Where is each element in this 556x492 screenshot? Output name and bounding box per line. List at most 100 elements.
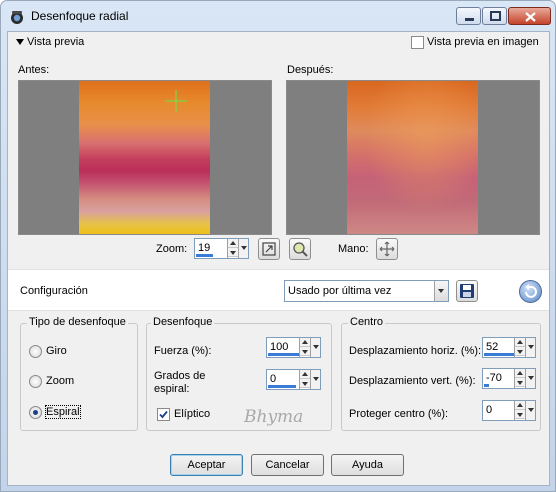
image-preview-label: Vista previa en imagen bbox=[427, 36, 539, 48]
blur-type-group: Tipo de desenfoque Giro Zoom Espiral bbox=[20, 316, 138, 431]
spiral-degrees-label-1: Grados de bbox=[154, 370, 206, 382]
floppy-disk-icon bbox=[460, 284, 474, 298]
image-preview-checkbox[interactable] bbox=[411, 36, 424, 49]
magnifier-icon bbox=[293, 242, 308, 257]
title-bar[interactable]: Desenfoque radial bbox=[1, 1, 555, 31]
elliptic-label: Elíptico bbox=[174, 408, 211, 420]
save-preset-button[interactable] bbox=[456, 280, 478, 302]
horiz-arrows[interactable] bbox=[514, 338, 525, 357]
ok-button[interactable]: Aceptar bbox=[170, 454, 243, 476]
center-group: Centro Desplazamiento horiz. (%): 52 Des… bbox=[341, 316, 541, 431]
app-icon bbox=[11, 11, 23, 24]
dialog-body: Vista previa Vista previa en imagen Ante… bbox=[7, 31, 550, 486]
spin-down-icon[interactable] bbox=[515, 378, 525, 387]
strength-spinner[interactable]: 100 bbox=[266, 337, 321, 358]
spin-down-icon[interactable] bbox=[515, 410, 525, 419]
zoom-value: 19 bbox=[198, 242, 211, 254]
spiral-degrees-menu[interactable] bbox=[310, 370, 320, 389]
horiz-label: Desplazamiento horiz. (%): bbox=[349, 345, 482, 357]
horiz-spinner[interactable]: 52 bbox=[482, 337, 536, 358]
watermark: Bhyma bbox=[244, 407, 304, 427]
dialog-window: Desenfoque radial Vista previa Vista pre… bbox=[0, 0, 556, 492]
blur-type-title: Tipo de desenfoque bbox=[27, 316, 128, 328]
spiral-degrees-arrows[interactable] bbox=[299, 370, 310, 389]
blur-title: Desenfoque bbox=[151, 316, 215, 328]
before-preview[interactable] bbox=[18, 80, 272, 235]
spiral-degrees-value: 0 bbox=[270, 373, 277, 385]
strength-arrows[interactable] bbox=[299, 338, 310, 357]
spin-up-icon[interactable] bbox=[515, 338, 525, 347]
spin-up-icon[interactable] bbox=[300, 338, 310, 347]
spin-up-icon[interactable] bbox=[228, 239, 238, 248]
protect-label: Proteger centro (%): bbox=[349, 408, 449, 420]
radio-espiral[interactable] bbox=[29, 406, 42, 419]
strength-bar bbox=[268, 353, 299, 356]
vert-bar bbox=[484, 384, 489, 387]
radio-espiral-label: Espiral bbox=[45, 405, 81, 419]
zoom-label: Zoom: bbox=[156, 243, 188, 255]
maximize-button[interactable] bbox=[482, 7, 507, 25]
spiral-degrees-bar bbox=[268, 385, 296, 388]
zoom-spinner[interactable]: 19 bbox=[194, 238, 249, 259]
chevron-down-icon[interactable] bbox=[434, 281, 448, 301]
resize-icon bbox=[262, 242, 276, 256]
spiral-degrees-spinner[interactable]: 0 bbox=[266, 369, 321, 390]
horiz-value: 52 bbox=[486, 341, 499, 353]
zoom-arrows[interactable] bbox=[227, 239, 238, 258]
spin-down-icon[interactable] bbox=[515, 347, 525, 356]
undo-arrow-icon bbox=[525, 284, 537, 298]
reset-button[interactable] bbox=[519, 280, 542, 303]
pan-label: Mano: bbox=[338, 243, 369, 255]
vert-menu[interactable] bbox=[525, 369, 535, 388]
maximize-icon bbox=[490, 11, 501, 21]
cancel-button[interactable]: Cancelar bbox=[251, 454, 324, 476]
vert-label: Desplazamiento vert. (%): bbox=[349, 375, 476, 387]
before-image bbox=[79, 81, 210, 234]
after-image bbox=[347, 81, 478, 234]
strength-label: Fuerza (%): bbox=[154, 345, 212, 357]
before-label: Antes: bbox=[18, 64, 50, 76]
config-band: Configuración Usado por última vez bbox=[8, 269, 549, 311]
minimize-button[interactable] bbox=[456, 7, 481, 25]
help-button[interactable]: Ayuda bbox=[331, 454, 404, 476]
spiral-degrees-label-2: espiral: bbox=[154, 383, 190, 395]
zoom-bar bbox=[196, 254, 213, 257]
vert-value: -70 bbox=[486, 372, 502, 384]
vert-spinner[interactable]: -70 bbox=[482, 368, 536, 389]
strength-menu[interactable] bbox=[310, 338, 320, 357]
pan-button[interactable] bbox=[376, 238, 398, 260]
spin-up-icon[interactable] bbox=[515, 369, 525, 378]
radio-zoom-label: Zoom bbox=[46, 375, 75, 387]
strength-value: 100 bbox=[270, 341, 289, 353]
radio-zoom[interactable] bbox=[29, 375, 42, 388]
close-button[interactable] bbox=[508, 7, 551, 25]
preview-toggle-label: Vista previa bbox=[27, 36, 85, 48]
window-title: Desenfoque radial bbox=[31, 9, 129, 23]
vert-arrows[interactable] bbox=[514, 369, 525, 388]
triangle-down-icon bbox=[16, 39, 24, 45]
zoom-100-button[interactable] bbox=[289, 238, 311, 260]
config-label: Configuración bbox=[20, 285, 88, 297]
protect-spinner[interactable]: 0 bbox=[482, 400, 536, 421]
spin-up-icon[interactable] bbox=[515, 401, 525, 410]
after-label: Después: bbox=[287, 64, 334, 76]
spin-down-icon[interactable] bbox=[228, 248, 238, 257]
close-icon bbox=[525, 12, 536, 22]
radio-giro[interactable] bbox=[29, 345, 42, 358]
fit-zoom-button[interactable] bbox=[258, 238, 280, 260]
checkmark-icon bbox=[159, 410, 168, 419]
move-icon bbox=[379, 241, 395, 257]
minimize-icon bbox=[465, 18, 474, 21]
spin-down-icon[interactable] bbox=[300, 379, 310, 388]
horiz-menu[interactable] bbox=[525, 338, 535, 357]
spin-down-icon[interactable] bbox=[300, 347, 310, 356]
crosshair-icon[interactable] bbox=[165, 90, 187, 112]
protect-arrows[interactable] bbox=[514, 401, 525, 420]
zoom-menu[interactable] bbox=[238, 239, 248, 258]
preset-value: Usado por última vez bbox=[288, 285, 392, 297]
protect-menu[interactable] bbox=[525, 401, 535, 420]
elliptic-checkbox[interactable] bbox=[157, 408, 170, 421]
center-title: Centro bbox=[348, 316, 386, 328]
preset-dropdown[interactable]: Usado por última vez bbox=[284, 280, 449, 302]
spin-up-icon[interactable] bbox=[300, 370, 310, 379]
